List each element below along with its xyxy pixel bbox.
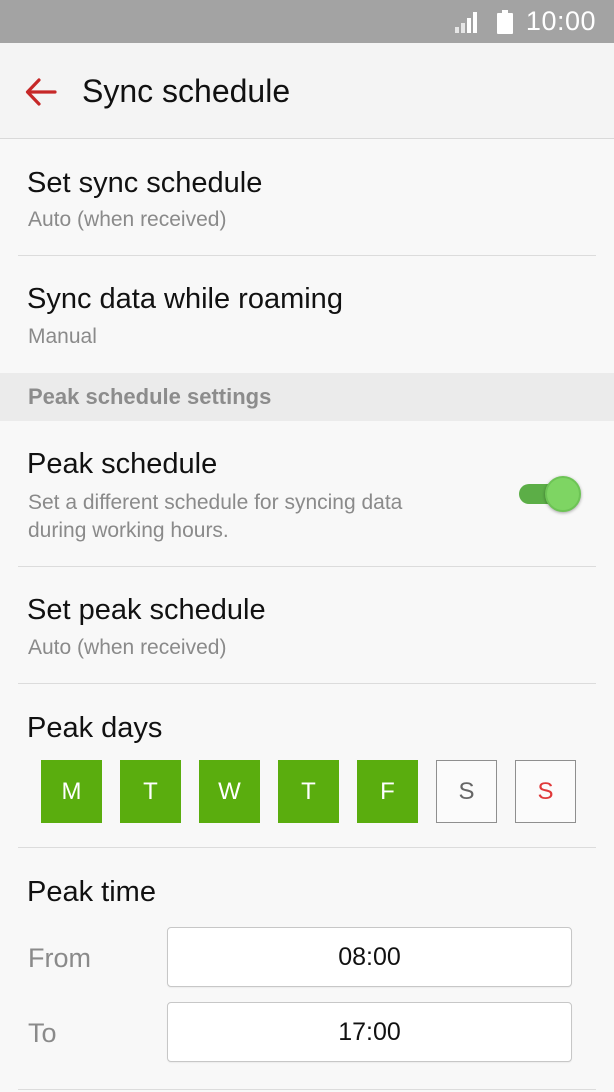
peak-schedule-description-line1: Set a different schedule for syncing dat…: [28, 491, 403, 514]
day-saturday[interactable]: S: [436, 760, 497, 823]
peak-schedule-toggle[interactable]: [516, 474, 584, 514]
section-header: Peak schedule settings: [0, 373, 614, 421]
status-bar: 10:00: [0, 0, 614, 43]
sync-roaming-row[interactable]: Sync data while roaming Manual: [0, 256, 614, 373]
day-monday[interactable]: M: [41, 760, 102, 823]
peak-days-selector: M T W T F S S: [41, 760, 581, 824]
from-time-field[interactable]: 08:00: [167, 927, 572, 987]
sync-roaming-value: Manual: [28, 325, 97, 348]
from-label: From: [28, 943, 91, 973]
status-icons: 10:00: [454, 0, 596, 43]
day-tuesday[interactable]: T: [120, 760, 181, 823]
set-peak-schedule-row[interactable]: Set peak schedule Auto (when received): [0, 567, 614, 684]
to-label: To: [28, 1018, 57, 1048]
back-arrow-icon: [25, 78, 57, 106]
sync-roaming-title: Sync data while roaming: [27, 283, 343, 315]
back-button[interactable]: [18, 69, 64, 115]
divider: [18, 683, 596, 684]
divider: [18, 847, 596, 848]
peak-schedule-description-line2: during working hours.: [28, 519, 229, 542]
day-friday[interactable]: F: [357, 760, 418, 823]
set-sync-schedule-value: Auto (when received): [28, 208, 227, 231]
divider: [18, 1089, 596, 1090]
status-time: 10:00: [525, 6, 596, 36]
peak-days-title: Peak days: [27, 712, 163, 744]
page-title: Sync schedule: [82, 73, 291, 109]
app-bar: Sync schedule: [0, 43, 614, 139]
section-header-label: Peak schedule settings: [28, 384, 272, 409]
set-peak-schedule-title: Set peak schedule: [27, 594, 266, 626]
battery-icon: [496, 9, 513, 34]
peak-schedule-title: Peak schedule: [27, 448, 218, 480]
set-sync-schedule-title: Set sync schedule: [27, 167, 263, 199]
day-thursday[interactable]: T: [278, 760, 339, 823]
day-sunday[interactable]: S: [515, 760, 576, 823]
day-wednesday[interactable]: W: [199, 760, 260, 823]
toggle-thumb: [545, 476, 581, 512]
set-sync-schedule-row[interactable]: Set sync schedule Auto (when received): [0, 139, 614, 256]
to-time-field[interactable]: 17:00: [167, 1002, 572, 1062]
set-peak-schedule-value: Auto (when received): [28, 636, 227, 659]
peak-time-title: Peak time: [27, 876, 156, 908]
signal-icon: [454, 11, 477, 33]
